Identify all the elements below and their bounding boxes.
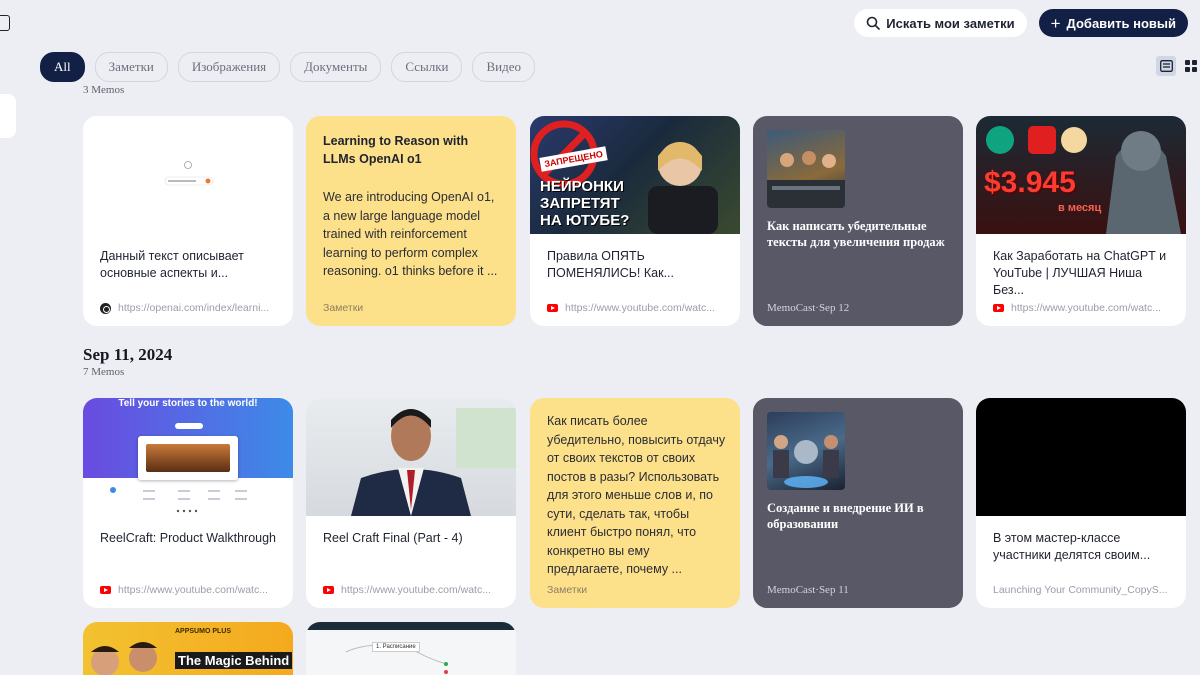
note-title: Learning to Reason with LLMs OpenAI o1 [323,134,469,166]
memocast-footer: MemoCast·Sep 11 [767,584,849,596]
thumbnail-headline: НЕЙРОНКИ ЗАПРЕТЯТ НА ЮТУБЕ? [540,178,629,229]
video-thumbnail: APPSUMO PLUS The Magic Behind [83,622,293,675]
memocast-footer: MemoCast·Sep 12 [767,302,850,314]
memo-card[interactable]: Reel Craft Final (Part - 4) https://www.… [306,398,516,608]
note-body: Как писать более убедительно, повысить о… [547,414,726,576]
thumbnail-amount: $3.945 [984,166,1076,199]
filter-videos[interactable]: Видео [472,52,535,82]
memo-card[interactable]: Tell your stories to the world! ReelCraf… [83,398,293,608]
section-date: Sep 11, 2024 [83,345,173,364]
memocast-thumbnail [767,412,845,490]
card-title: В этом мастер-классе участники делятся с… [993,531,1151,562]
card-source: https://www.youtube.com/watc... [100,584,280,596]
plus-icon: + [1050,13,1061,33]
memocast-card[interactable]: Создание и внедрение ИИ в образовании Me… [753,398,963,608]
video-thumbnail: Tell your stories to the world! [83,398,293,516]
note-card[interactable]: Learning to Reason with LLMs OpenAI o1 W… [306,116,516,326]
section-memo-count: 7 Memos [83,366,125,378]
search-notes-button[interactable]: Искать мои заметки [854,9,1027,37]
thumbnail-brand: APPSUMO PLUS [175,628,232,635]
card-title: ReelCraft: Product Walkthrough [100,531,277,545]
studio-image [767,151,845,208]
video-thumbnail: $3.945 в месяц [976,116,1186,234]
add-new-label: Добавить новый [1066,15,1176,31]
card-title: Правила ОПЯТЬ ПОМЕНЯЛИСЬ! Как... [547,249,674,280]
note-card[interactable]: Как писать более убедительно, повысить о… [530,398,740,608]
memo-card[interactable]: Данный текст описывает основные аспекты … [83,116,293,326]
youtube-icon [547,304,558,312]
filter-notes[interactable]: Заметки [94,52,168,82]
thumbnail-line: НЕЙРОНКИ [540,178,624,195]
youtube-icon [993,304,1004,312]
filter-images[interactable]: Изображения [177,52,281,82]
filter-chips: All Заметки Изображения Документы Ссылки… [40,52,535,82]
openai-icon [100,302,111,314]
memocast-card[interactable]: Как написать убедительные тексты для уве… [753,116,963,326]
section-memo-count: 3 Memos [83,84,125,96]
grid-view-icon[interactable] [1182,57,1200,75]
add-new-button[interactable]: + Добавить новый [1038,9,1188,37]
card-source: https://www.youtube.com/watc... [993,302,1173,314]
list-view-icon[interactable] [1156,56,1176,76]
card-source: Launching Your Community_CopyS... [993,584,1173,596]
openai-page-preview [164,161,214,186]
memocast-title: Создание и внедрение ИИ в образовании [767,501,924,531]
walkthrough-ui-lines [110,487,247,513]
memo-card[interactable]: 1. Расписание [306,622,516,675]
card-source: https://www.youtube.com/watc... [323,584,503,596]
video-thumbnail [976,398,1186,516]
card-source: https://openai.com/index/learni... [100,302,280,314]
card-url[interactable]: https://www.youtube.com/watc... [341,584,491,596]
memo-card[interactable]: В этом мастер-классе участники делятся с… [976,398,1186,608]
search-notes-label: Искать мои заметки [886,15,1015,31]
memo-card[interactable]: $3.945 в месяц Как Заработать на ChatGPT… [976,116,1186,326]
top-bar: Искать мои заметки + Добавить новый [854,9,1188,37]
video-thumbnail [306,398,516,516]
card-file-name[interactable]: Launching Your Community_CopyS... [993,584,1168,596]
card-url[interactable]: https://www.youtube.com/watc... [1011,302,1161,314]
card-source: https://www.youtube.com/watc... [547,302,727,314]
card-url[interactable]: https://www.youtube.com/watc... [118,584,268,596]
youtube-icon [323,586,334,594]
video-thumbnail: ЗАПРЕЩЕНО НЕЙРОНКИ ЗАПРЕТЯТ НА ЮТУБЕ? [530,116,740,234]
speaker-image [351,408,516,516]
ai-education-image [773,435,839,488]
card-url[interactable]: https://www.youtube.com/watc... [565,302,715,314]
memo-card[interactable]: APPSUMO PLUS The Magic Behind [83,622,293,675]
note-type-label: Заметки [323,302,364,314]
card-title: Как Заработать на ChatGPT и YouTube | ЛУ… [993,249,1167,297]
filter-links[interactable]: Ссылки [391,52,463,82]
card-title: Данный текст описывает основные аспекты … [100,249,244,280]
filter-documents[interactable]: Документы [290,52,382,82]
memo-card[interactable]: ЗАПРЕЩЕНО НЕЙРОНКИ ЗАПРЕТЯТ НА ЮТУБЕ? Пр… [530,116,740,326]
card-title: Reel Craft Final (Part - 4) [323,531,463,545]
thumbnail-headline: The Magic Behind [175,652,293,669]
video-thumbnail: 1. Расписание [306,622,516,675]
sidebar-panel-edge [0,94,16,138]
card-url[interactable]: https://openai.com/index/learni... [118,302,269,314]
note-type-label: Заметки [547,584,588,596]
thumbnail-line: НА ЮТУБЕ? [540,212,630,229]
card-thumbnail [83,116,293,234]
sidebar-toggle-icon[interactable] [0,15,10,31]
mindmap-node: 1. Расписание [372,642,420,652]
youtube-icon [100,586,111,594]
filter-all[interactable]: All [40,52,85,82]
thumbnail-period: в месяц [1058,202,1102,214]
note-body: We are introducing OpenAI o1, a new larg… [323,190,498,278]
memocast-thumbnail [767,130,845,208]
search-icon [866,16,881,30]
thumbnail-line: ЗАПРЕТЯТ [540,195,620,212]
view-toggle [1156,56,1200,76]
memocast-title: Как написать убедительные тексты для уве… [767,219,945,249]
